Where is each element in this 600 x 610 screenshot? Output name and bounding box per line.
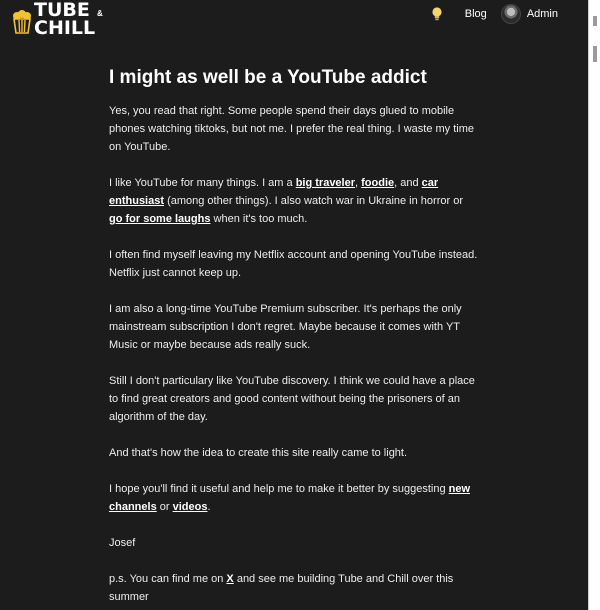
post-title: I might as well be a YouTube addict [109,67,427,88]
site-logo[interactable]: TUBE & CHILL [12,0,103,40]
edge-mark [593,46,597,62]
edge-mark [593,16,597,26]
blog-post: I might as well be a YouTube addict Yes,… [109,60,479,610]
text-segment: , and [394,177,422,189]
text-segment: I hope you'll find it useful and help me… [109,483,449,495]
link-x[interactable]: X [226,573,233,585]
top-nav: Blog Admin [431,4,558,24]
lightbulb-icon[interactable] [431,6,443,22]
text-segment: . [207,501,211,513]
postscript: p.s. You can find me on X and see me bui… [109,570,479,606]
link-foodie[interactable]: foodie [361,177,394,189]
paragraph-3: I often find myself leaving my Netflix a… [109,249,478,279]
page: TUBE & CHILL Blog Admin I might as well … [0,0,600,610]
text-segment: when it's too much. [210,213,308,225]
link-videos[interactable]: videos [173,501,208,513]
admin-label: Admin [526,8,558,20]
text-segment: or [156,501,173,513]
paragraph-5: Still I don't particulary like YouTube d… [109,375,475,423]
text-segment: (among other things). I also watch war i… [164,195,463,207]
avatar [500,4,521,24]
nav-link-blog[interactable]: Blog [465,8,487,20]
logo-text-chill: CHILL [34,17,96,39]
paragraph-1: Yes, you read that right. Some people sp… [109,105,475,153]
popcorn-icon [13,10,31,34]
paragraph-2: I like YouTube for many things. I am a b… [109,174,479,228]
text-segment: p.s. You can find me on [109,573,227,585]
paragraph-4: I am also a long-time YouTube Premium su… [109,303,462,351]
window-edge [588,0,600,610]
paragraph-6: And that's how the idea to create this s… [109,447,408,459]
paragraph-7: I hope you'll find it useful and help me… [109,480,479,516]
link-big-traveler[interactable]: big traveler [296,177,355,189]
logo-ampersand: & [97,9,103,18]
signature: Josef [109,537,136,549]
admin-menu[interactable]: Admin [500,4,558,24]
top-bar: TUBE & CHILL Blog Admin [0,0,588,44]
link-go-for-some-laughs[interactable]: go for some laughs [109,213,210,225]
text-segment: I like YouTube for many things. I am a [109,177,296,189]
post-body: Yes, you read that right. Some people sp… [109,102,479,606]
